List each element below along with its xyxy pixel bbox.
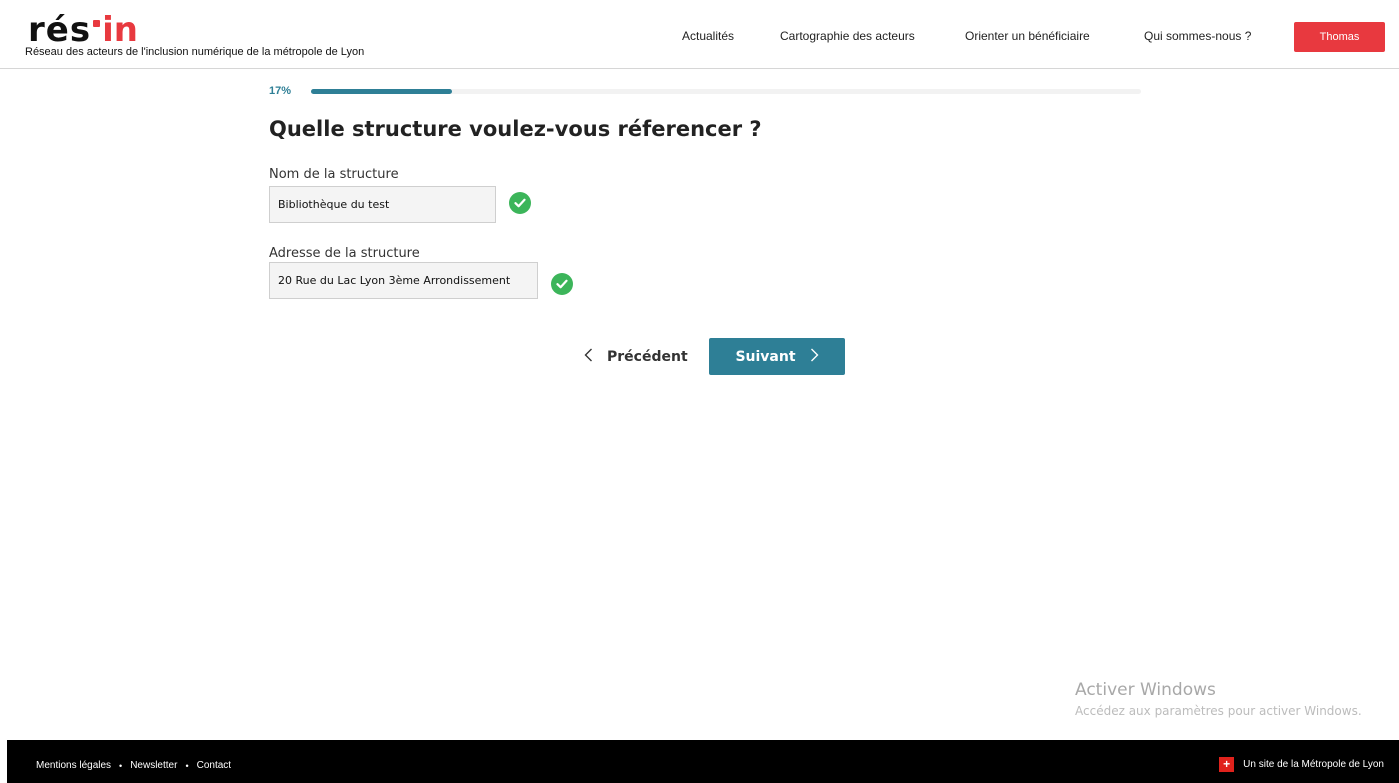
nav-link-qui-sommes-nous[interactable]: Qui sommes-nous ? xyxy=(1144,29,1251,43)
metropole-link[interactable]: + Un site de la Métropole de Lyon xyxy=(1219,757,1384,772)
footer-separator: • xyxy=(185,760,189,771)
metropole-label: Un site de la Métropole de Lyon xyxy=(1243,759,1384,770)
footer-separator: • xyxy=(119,760,123,771)
footer-links: Mentions légales • Newsletter • Contact xyxy=(36,760,231,771)
footer-link-newsletter[interactable]: Newsletter xyxy=(130,760,177,771)
check-circle-icon xyxy=(509,192,531,214)
progress-percent: 17% xyxy=(269,85,292,97)
structure-address-input[interactable] xyxy=(269,262,538,299)
nav-link-cartographie[interactable]: Cartographie des acteurs xyxy=(780,29,915,43)
previous-button[interactable]: Précédent xyxy=(584,340,688,374)
structure-name-input[interactable] xyxy=(269,186,496,223)
user-account-button[interactable]: Thomas xyxy=(1294,22,1385,52)
footer-link-mentions-legales[interactable]: Mentions légales xyxy=(36,760,111,771)
structure-name-label: Nom de la structure xyxy=(269,167,399,182)
main-nav: Actualités Cartographie des acteurs Orie… xyxy=(0,22,1399,52)
check-circle-icon xyxy=(551,273,573,295)
next-button[interactable]: Suivant xyxy=(709,338,845,375)
site-header: rés in Réseau des acteurs de l'inclusion… xyxy=(0,0,1399,69)
structure-address-label: Adresse de la structure xyxy=(269,246,420,261)
chevron-left-icon xyxy=(584,348,593,366)
nav-link-actualites[interactable]: Actualités xyxy=(682,29,734,43)
next-button-label: Suivant xyxy=(735,348,796,365)
progress-bar-fill xyxy=(311,89,453,94)
page-title: Quelle structure voulez-vous réferencer … xyxy=(269,117,762,141)
chevron-right-icon xyxy=(810,348,819,366)
nav-link-orienter[interactable]: Orienter un bénéficiaire xyxy=(965,29,1090,43)
page: rés in Réseau des acteurs de l'inclusion… xyxy=(0,0,1399,783)
windows-activation-title: Activer Windows xyxy=(1075,680,1216,700)
footer-link-contact[interactable]: Contact xyxy=(197,760,231,771)
previous-button-label: Précédent xyxy=(607,349,688,365)
metropole-flag-icon: + xyxy=(1219,757,1235,772)
windows-activation-subtitle: Accédez aux paramètres pour activer Wind… xyxy=(1075,704,1362,718)
site-footer: Mentions légales • Newsletter • Contact … xyxy=(7,740,1399,783)
progress-bar xyxy=(311,89,1141,94)
